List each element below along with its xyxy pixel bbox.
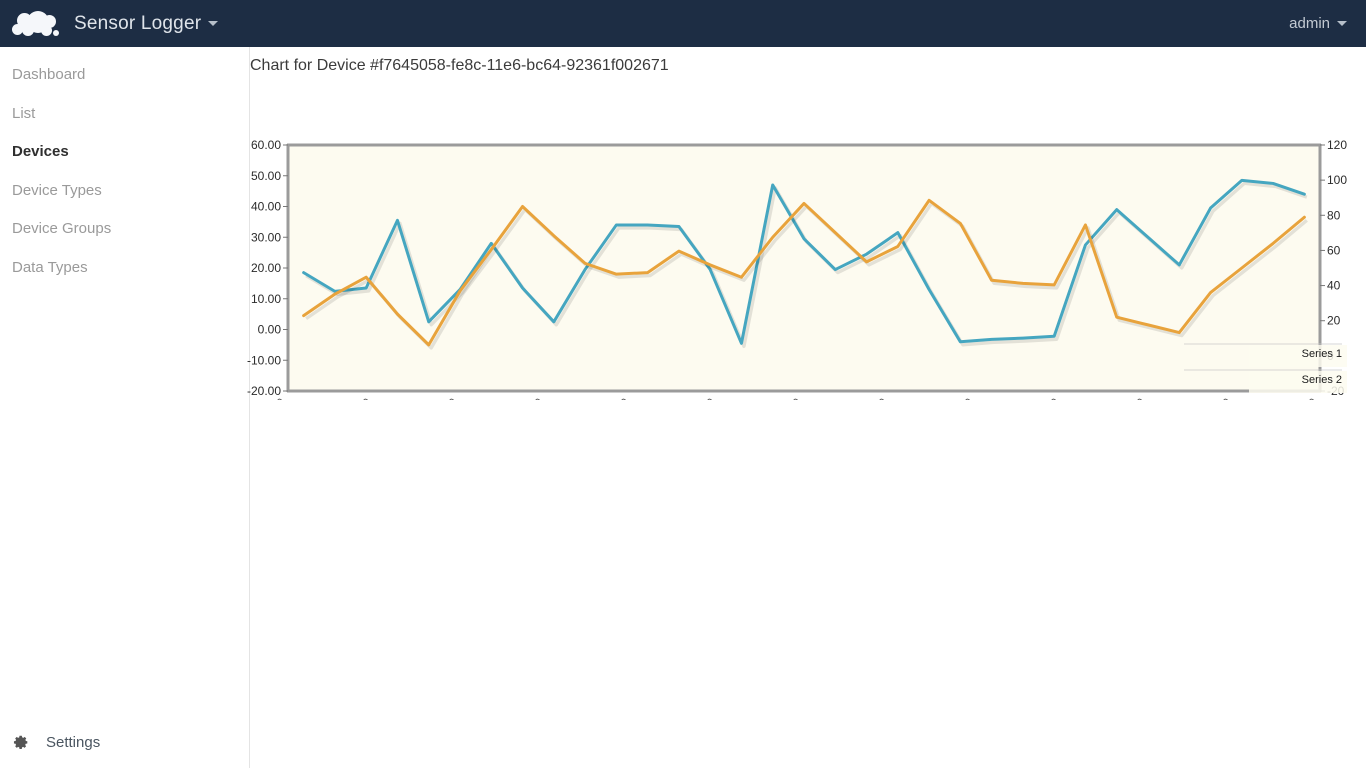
tick-label: 01:31:00 bbox=[1277, 395, 1320, 400]
sidebar-item-data-types[interactable]: Data Types bbox=[0, 249, 249, 288]
brand-area[interactable]: Sensor Logger bbox=[0, 0, 218, 47]
user-menu[interactable]: admin bbox=[1289, 15, 1347, 32]
tick-label: 0.00 bbox=[258, 323, 282, 337]
tick-label: 01:30:30 bbox=[1191, 395, 1234, 400]
main-content: Chart for Device #f7645058-fe8c-11e6-bc6… bbox=[250, 47, 1366, 768]
tick-label: 120 bbox=[1327, 138, 1347, 152]
sidebar-nav: Dashboard List Devices Device Types Devi… bbox=[0, 47, 249, 287]
brand-chevron-down-icon[interactable] bbox=[208, 21, 218, 26]
sidebar-item-device-groups[interactable]: Device Groups bbox=[0, 210, 249, 249]
tick-label: 01:28:30 bbox=[847, 395, 890, 400]
sidebar-item-device-types[interactable]: Device Types bbox=[0, 172, 249, 211]
brand-title: Sensor Logger bbox=[74, 13, 201, 35]
top-navbar: Sensor Logger admin bbox=[0, 0, 1366, 47]
tick-label: 80 bbox=[1327, 208, 1341, 222]
sidebar-item-devices[interactable]: Devices bbox=[0, 133, 249, 172]
tick-label: 40.00 bbox=[251, 200, 281, 214]
tick-label: 10.00 bbox=[251, 292, 281, 306]
chart-svg: 60.00 50.00 40.00 30.00 20.00 10.00 0.00 -10.00… bbox=[244, 90, 1366, 400]
tick-label: 60 bbox=[1327, 243, 1341, 257]
tick-label: 01:29:00 bbox=[933, 395, 976, 400]
navbar-right: admin bbox=[1289, 15, 1366, 32]
sidebar-item-dashboard[interactable]: Dashboard bbox=[0, 56, 249, 95]
tick-label: 50.00 bbox=[251, 169, 281, 183]
tick-label: 01:26:00 bbox=[417, 395, 460, 400]
tick-label: 20.00 bbox=[251, 261, 281, 275]
sidebar-item-settings[interactable]: Settings bbox=[0, 724, 250, 760]
gear-icon bbox=[12, 734, 29, 751]
tick-label: 20 bbox=[1327, 314, 1341, 328]
user-menu-label: admin bbox=[1289, 15, 1330, 32]
page-title: Chart for Device #f7645058-fe8c-11e6-bc6… bbox=[250, 57, 669, 75]
settings-label: Settings bbox=[46, 734, 100, 751]
tick-label: 01:27:00 bbox=[589, 395, 632, 400]
sidebar-item-list[interactable]: List bbox=[0, 95, 249, 134]
device-chart: 60.00 50.00 40.00 30.00 20.00 10.00 0.00 -10.00… bbox=[244, 90, 1360, 400]
user-chevron-down-icon bbox=[1337, 21, 1347, 26]
tick-label: -10.00 bbox=[247, 353, 281, 367]
chart-plot-background bbox=[288, 145, 1320, 391]
legend-item-1[interactable]: Series 1 bbox=[1302, 348, 1342, 360]
tick-label: 01:25:30 bbox=[331, 395, 374, 400]
cloud-logo-icon bbox=[10, 7, 66, 41]
tick-label: 30.00 bbox=[251, 230, 281, 244]
legend-item-2[interactable]: Series 2 bbox=[1302, 374, 1342, 386]
tick-label: 40 bbox=[1327, 279, 1341, 293]
tick-label: 100 bbox=[1327, 173, 1347, 187]
tick-label: 01:26:30 bbox=[503, 395, 546, 400]
tick-label: 01:27:30 bbox=[675, 395, 718, 400]
sidebar: Dashboard List Devices Device Types Devi… bbox=[0, 47, 250, 768]
tick-label: 01:29:30 bbox=[1019, 395, 1062, 400]
tick-label: 01:28:00 bbox=[761, 395, 804, 400]
tick-label: 01:30:00 bbox=[1105, 395, 1148, 400]
tick-label: 60.00 bbox=[251, 138, 281, 152]
